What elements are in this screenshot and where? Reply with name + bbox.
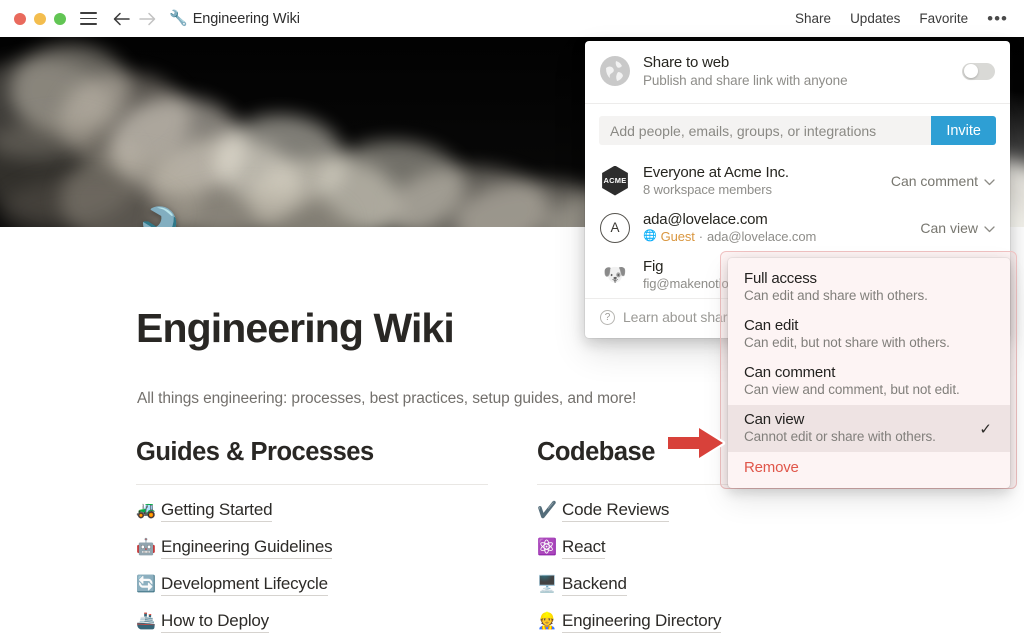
desktop-computer-icon: 🖥️ — [537, 576, 557, 593]
share-to-web-texts: Share to web Publish and share link with… — [643, 54, 848, 88]
more-options-icon[interactable]: ••• — [987, 10, 1008, 27]
person-email: ada@lovelace.com — [707, 229, 817, 244]
invite-row: Invite — [585, 104, 1010, 157]
guest-label: Guest — [660, 229, 695, 244]
minimize-window-button[interactable] — [34, 12, 46, 25]
person-row-acme[interactable]: ACME Everyone at Acme Inc. 8 workspace m… — [585, 157, 1010, 204]
menu-item-full-access[interactable]: Full access Can edit and share with othe… — [728, 264, 1010, 311]
hamburger-icon[interactable] — [80, 12, 97, 25]
section-heading: Guides & Processes — [136, 438, 374, 466]
avatar-initial: A — [610, 220, 620, 235]
share-button[interactable]: Share — [795, 11, 831, 26]
tractor-icon: 🚜 — [136, 502, 156, 519]
permission-dropdown-menu: Full access Can edit and share with othe… — [728, 258, 1010, 488]
separator: · — [698, 229, 704, 244]
annotation-arrow-icon — [665, 424, 727, 467]
guest-badge: 🌐 Guest — [643, 229, 695, 244]
list-item[interactable]: 🖥️ Backend — [537, 574, 937, 596]
share-to-web-toggle[interactable] — [962, 62, 995, 80]
invite-input[interactable] — [599, 116, 932, 145]
acme-logo-icon: ACME — [602, 165, 628, 196]
atom-icon: ⚛️ — [537, 539, 557, 556]
dog-avatar-icon: 🐶 — [603, 264, 627, 286]
menu-item-description: Can edit and share with others. — [744, 288, 928, 303]
menu-item-can-view[interactable]: Can view Cannot edit or share with other… — [728, 405, 1010, 452]
titlebar-actions: Share Updates Favorite ••• — [795, 10, 1010, 27]
permission-label: Can comment — [890, 172, 978, 189]
construction-worker-icon: 👷 — [537, 613, 557, 630]
person-name: ada@lovelace.com — [643, 211, 768, 228]
menu-item-title: Full access — [744, 270, 817, 287]
list-item[interactable]: 🚢 How to Deploy — [136, 611, 488, 633]
section-divider — [136, 484, 488, 485]
globe-small-icon: 🌐 — [643, 230, 657, 242]
menu-item-description: Can edit, but not share with others. — [744, 335, 950, 350]
toggle-knob — [963, 64, 978, 78]
page-link-how-to-deploy[interactable]: How to Deploy — [161, 611, 269, 633]
share-to-web-title: Share to web — [643, 54, 729, 71]
list-item[interactable]: 🔄 Development Lifecycle — [136, 574, 488, 596]
refresh-icon: 🔄 — [136, 576, 156, 593]
close-window-button[interactable] — [14, 12, 26, 25]
permission-selector-ada[interactable]: Can view — [910, 220, 995, 236]
invite-button[interactable]: Invite — [931, 116, 996, 145]
page-link-engineering-directory[interactable]: Engineering Directory — [562, 611, 721, 633]
list-item[interactable]: ✔️ Code Reviews — [537, 500, 937, 522]
globe-icon — [600, 56, 630, 86]
person-texts: Everyone at Acme Inc. 8 workspace member… — [643, 164, 789, 197]
list-item[interactable]: ⚛️ React — [537, 537, 937, 559]
check-mark-icon: ✔️ — [537, 502, 557, 519]
chevron-down-icon — [984, 173, 995, 189]
robot-icon: 🤖 — [136, 539, 156, 556]
check-icon: ✓ — [979, 420, 992, 438]
page-link-backend[interactable]: Backend — [562, 574, 627, 596]
permission-label: Can view — [920, 219, 978, 236]
page-link-getting-started[interactable]: Getting Started — [161, 500, 273, 522]
page-icon-emoji[interactable]: 🔧 — [137, 209, 219, 227]
titlebar: 🔧 Engineering Wiki Share Updates Favorit… — [0, 0, 1024, 37]
person-row-ada[interactable]: A ada@lovelace.com 🌐 Guest · ada@lovelac… — [585, 204, 1010, 251]
person-subtitle: 🌐 Guest · ada@lovelace.com — [643, 229, 816, 244]
list-item[interactable]: 🚜 Getting Started — [136, 500, 488, 522]
column-guides-processes: Guides & Processes 🚜 Getting Started 🤖 E… — [136, 438, 488, 633]
question-circle-icon: ? — [600, 309, 615, 325]
avatar: A — [600, 212, 630, 243]
person-name: Everyone at Acme Inc. — [643, 164, 789, 181]
person-texts: Fig fig@makenotio — [643, 258, 729, 291]
menu-item-remove[interactable]: Remove — [728, 452, 1010, 484]
breadcrumb-title: Engineering Wiki — [192, 10, 300, 27]
updates-button[interactable]: Updates — [850, 11, 900, 26]
page-link-react[interactable]: React — [562, 537, 606, 559]
favorite-button[interactable]: Favorite — [919, 11, 968, 26]
permission-selector-acme[interactable]: Can comment — [881, 173, 995, 189]
acme-logo-text: ACME — [603, 176, 627, 185]
menu-item-can-edit[interactable]: Can edit Can edit, but not share with ot… — [728, 311, 1010, 358]
list-item[interactable]: 🤖 Engineering Guidelines — [136, 537, 488, 559]
chevron-down-icon — [984, 220, 995, 236]
page-link-code-reviews[interactable]: Code Reviews — [562, 500, 669, 522]
share-to-web-row: Share to web Publish and share link with… — [585, 41, 1010, 104]
app-window: 🔧 Engineering Wiki Share Updates Favorit… — [0, 0, 1024, 640]
list-item[interactable]: 👷 Engineering Directory — [537, 611, 937, 633]
menu-item-can-comment[interactable]: Can comment Can view and comment, but no… — [728, 358, 1010, 405]
window-controls — [14, 12, 66, 25]
menu-item-title: Can view — [744, 411, 805, 428]
menu-item-title: Can comment — [744, 364, 836, 381]
arrow-right-icon[interactable] — [137, 9, 157, 29]
document-emoji-icon: 🔧 — [169, 10, 188, 27]
person-subtitle: fig@makenotio — [643, 276, 729, 291]
person-name: Fig — [643, 258, 664, 275]
menu-item-title: Can edit — [744, 317, 799, 334]
person-texts: ada@lovelace.com 🌐 Guest · ada@lovelace.… — [643, 211, 816, 244]
page-link-development-lifecycle[interactable]: Development Lifecycle — [161, 574, 328, 596]
person-subtitle: 8 workspace members — [643, 182, 772, 197]
arrow-left-icon[interactable] — [111, 9, 131, 29]
menu-item-description: Can view and comment, but not edit. — [744, 382, 960, 397]
maximize-window-button[interactable] — [54, 12, 66, 25]
page-link-engineering-guidelines[interactable]: Engineering Guidelines — [161, 537, 333, 559]
ship-icon: 🚢 — [136, 613, 156, 630]
share-to-web-subtitle: Publish and share link with anyone — [643, 73, 848, 88]
menu-item-description: Cannot edit or share with others. — [744, 429, 936, 444]
